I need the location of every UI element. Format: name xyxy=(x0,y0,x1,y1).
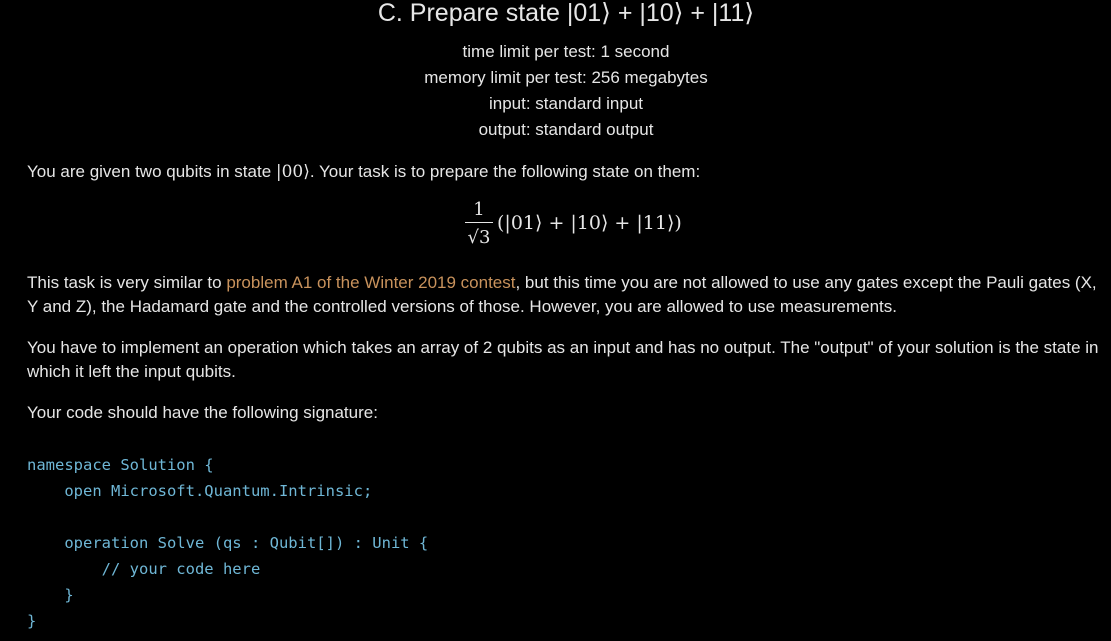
statement-paragraph-4: Your code should have the following sign… xyxy=(27,403,378,422)
code-line: // your code here xyxy=(27,560,261,578)
fraction: 1 √3 xyxy=(464,198,494,249)
code-line: namespace Solution { xyxy=(27,456,214,474)
code-line: open Microsoft.Quantum.Intrinsic; xyxy=(27,482,373,500)
time-limit: time limit per test: 1 second xyxy=(462,42,670,61)
fraction-numerator: 1 xyxy=(473,199,485,220)
code-line: operation Solve (qs : Qubit[]) : Unit { xyxy=(27,534,429,552)
problem-limits: time limit per test: 1 second memory lim… xyxy=(27,39,1105,143)
code-line: } xyxy=(27,586,74,604)
initial-state: |00⟩ xyxy=(275,162,310,182)
statement-paragraph-1: You are given two qubits in state |00⟩. … xyxy=(27,162,701,182)
target-state-formula: 1 √3 (|01⟩ + |10⟩ + |11⟩) xyxy=(27,198,1105,258)
input-spec: input: standard input xyxy=(488,94,644,113)
code-signature-block: namespace Solution { open Microsoft.Quan… xyxy=(27,452,428,634)
problem-a1-link[interactable]: problem A1 of the Winter 2019 contest xyxy=(226,273,515,292)
problem-title: C. Prepare state |01⟩ + |10⟩ + |11⟩ xyxy=(377,0,755,27)
memory-limit: memory limit per test: 256 megabytes xyxy=(424,68,708,87)
output-spec: output: standard output xyxy=(478,120,654,139)
statement-paragraph-2: This task is very similar to problem A1 … xyxy=(27,273,1097,316)
fraction-denominator: √3 xyxy=(467,227,491,248)
statement-paragraph-3: You have to implement an operation which… xyxy=(27,338,1099,381)
ket-sum: (|01⟩ + |10⟩ + |11⟩) xyxy=(497,212,682,234)
code-line: } xyxy=(27,612,37,630)
